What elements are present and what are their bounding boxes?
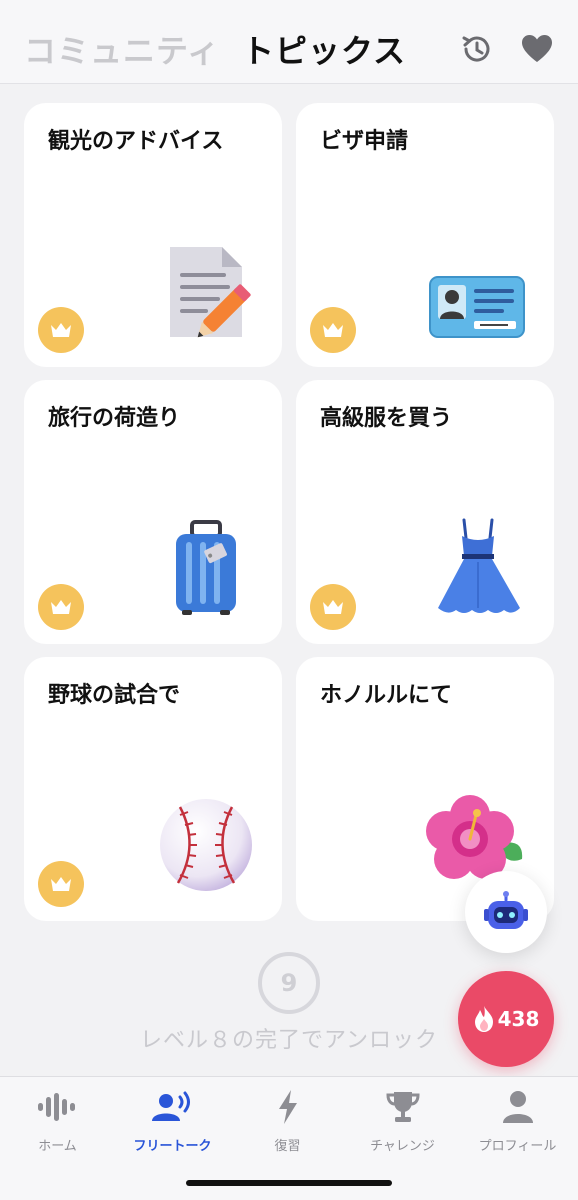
streak-count: 438 [497,1007,540,1031]
speaking-person-icon [151,1091,190,1121]
crown-icon [51,323,71,337]
nav-challenge-label: チャレンジ [370,1139,435,1154]
nav-challenge[interactable]: チャレンジ [345,1087,460,1157]
topic-title: ビザ申請 [320,129,409,154]
heart-icon[interactable] [520,32,554,66]
baseball-icon [160,799,252,891]
dress-icon [438,518,520,613]
topic-card-sightseeing-advice[interactable]: 観光のアドバイス [24,103,282,367]
nav-review[interactable]: 復習 [230,1087,345,1157]
flame-icon [474,1006,493,1032]
nav-profile-label: プロフィール [478,1139,557,1154]
ai-assistant-button[interactable] [465,871,547,953]
tab-community[interactable]: コミュニティ [24,26,220,72]
nav-home-label: ホーム [38,1139,77,1154]
topic-card-visa-application[interactable]: ビザ申請 [296,103,554,367]
streak-button[interactable]: 438 [458,971,554,1067]
waveform-icon [37,1093,75,1121]
lightning-icon [278,1090,297,1124]
nav-free-talk-label: フリートーク [133,1139,212,1154]
top-bar: コミュニティ トピックス [0,0,578,84]
topic-title: 旅行の荷造り [48,406,181,431]
premium-crown-badge [38,307,84,353]
topic-title: ホノルルにて [320,683,453,708]
crown-icon [51,600,71,614]
nav-free-talk[interactable]: フリートーク [115,1087,230,1157]
crown-icon [323,323,343,337]
premium-crown-badge [38,861,84,907]
premium-crown-badge [38,584,84,630]
tab-topics[interactable]: トピックス [242,26,406,72]
history-icon[interactable] [460,32,494,66]
robot-icon [484,891,528,929]
document-pencil-icon [170,247,251,338]
trophy-icon [385,1092,420,1122]
topic-card-baseball-game[interactable]: 野球の試合で [24,657,282,921]
person-icon [502,1091,533,1123]
id-card-icon [429,276,525,338]
topic-title: 高級服を買う [320,406,453,431]
crown-icon [51,877,71,891]
nav-review-label: 復習 [274,1139,301,1154]
crown-icon [323,600,343,614]
premium-crown-badge [310,307,356,353]
nav-home[interactable]: ホーム [0,1087,115,1157]
next-level-badge: 9 [258,952,320,1014]
topic-title: 観光のアドバイス [48,129,224,154]
topic-card-travel-packing[interactable]: 旅行の荷造り [24,380,282,644]
premium-crown-badge [310,584,356,630]
suitcase-icon [176,520,236,615]
topic-title: 野球の試合で [48,683,181,708]
nav-profile[interactable]: プロフィール [460,1087,575,1157]
home-indicator [186,1180,392,1186]
topic-card-buying-luxury-clothes[interactable]: 高級服を買う [296,380,554,644]
